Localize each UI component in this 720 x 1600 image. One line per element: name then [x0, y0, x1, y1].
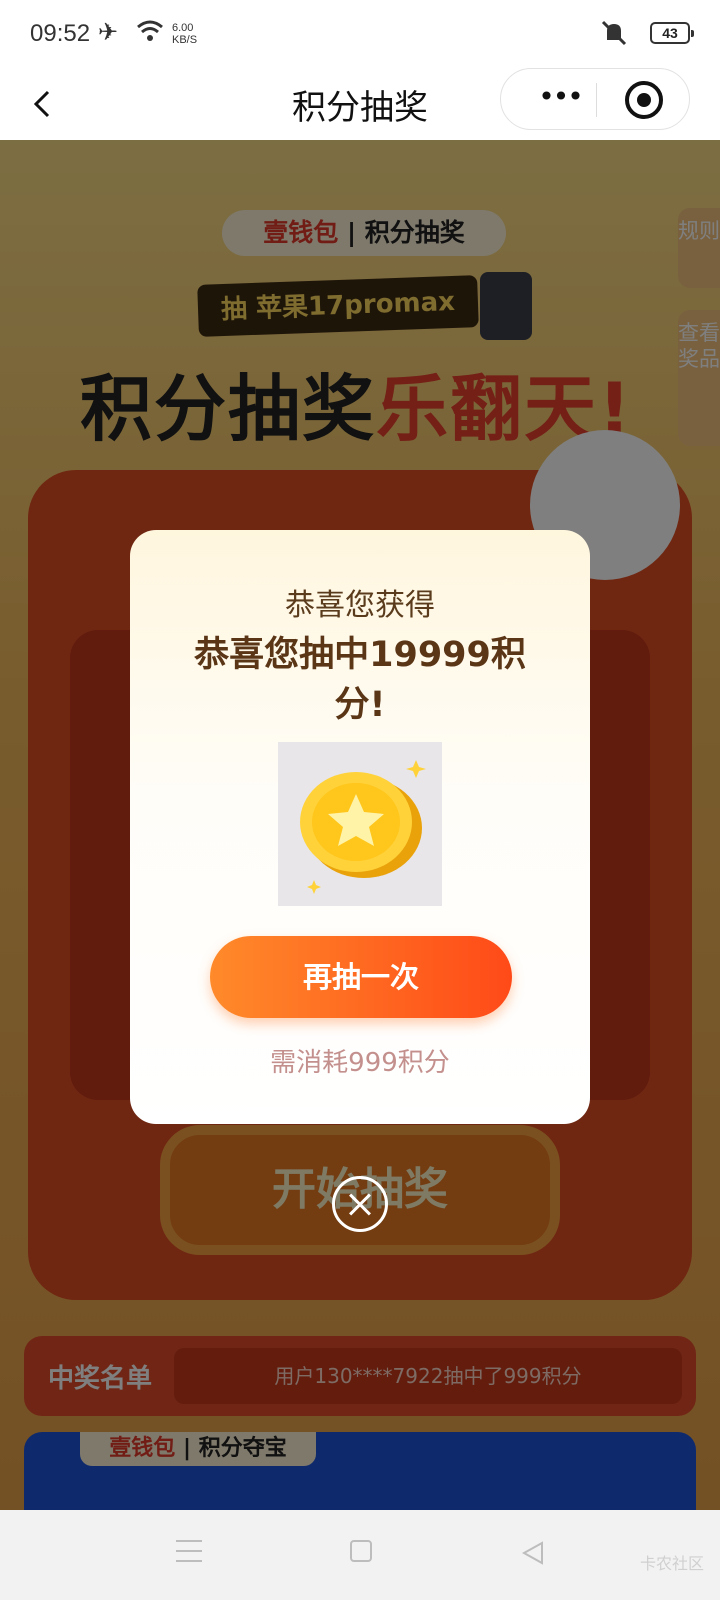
draw-again-button[interactable]: 再抽一次 [210, 936, 512, 1018]
airplane-icon: ✈ [98, 18, 119, 46]
prize-dialog: 恭喜您获得 恭喜您抽中19999积分! 再抽一次 需消耗999积分 [130, 530, 590, 1124]
capsule-divider [596, 83, 597, 117]
menu-icon[interactable] [176, 1540, 202, 1562]
net-speed-unit: KB/S [172, 34, 198, 46]
nav-bar: 积分抽奖 ••• [0, 68, 720, 140]
dialog-subtitle: 恭喜您获得 [285, 588, 435, 623]
mute-icon [600, 20, 628, 52]
status-time: 09:52 [30, 20, 91, 47]
target-icon[interactable] [625, 81, 663, 119]
back-triangle-icon[interactable] [520, 1540, 546, 1566]
gold-coin-star-icon [278, 742, 442, 906]
close-icon[interactable] [332, 1176, 388, 1232]
net-speed: 6.00 KB/S [172, 22, 197, 46]
dialog-prize-text: 恭喜您抽中19999积分! [194, 635, 526, 725]
net-speed-value: 6.00 [172, 22, 194, 34]
cost-text: 需消耗999积分 [270, 1048, 450, 1078]
status-bar: 09:52 ✈ 6.00 KB/S 43 [0, 0, 720, 68]
battery-icon: 43 [650, 22, 694, 44]
more-icon[interactable]: ••• [525, 77, 595, 121]
system-nav-bar: 卡农社区 [0, 1510, 720, 1600]
home-icon[interactable] [350, 1540, 372, 1562]
capsule-menu: ••• [500, 68, 690, 130]
watermark: 卡农社区 [639, 1554, 704, 1573]
wifi-icon [136, 18, 164, 50]
